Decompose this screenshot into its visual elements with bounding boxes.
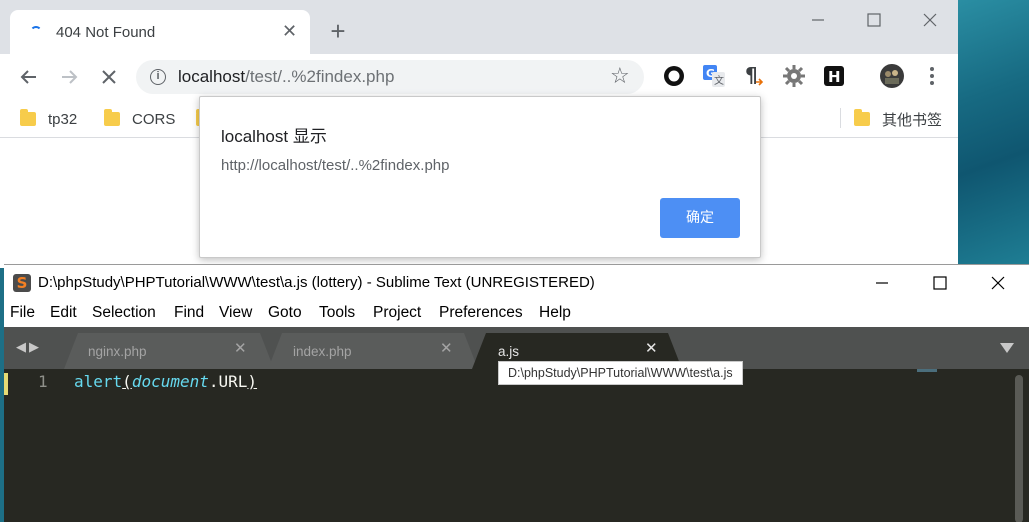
h-extension-icon[interactable]: H <box>822 64 846 88</box>
svg-text:文: 文 <box>714 74 724 87</box>
desktop-background <box>958 0 1029 268</box>
maximize-icon[interactable] <box>928 271 952 295</box>
bookmark-cors[interactable]: CORS <box>104 108 175 130</box>
minimize-icon[interactable] <box>806 8 830 32</box>
dialog-message: http://localhost/test/..%2findex.php <box>221 157 450 174</box>
tab-title: 404 Not Found <box>56 24 156 41</box>
alert-dialog: localhost 显示 http://localhost/test/..%2f… <box>199 96 761 258</box>
svg-text:H: H <box>828 68 841 86</box>
menu-goto[interactable]: Goto <box>268 304 302 322</box>
url-host: localhost <box>178 67 246 86</box>
minimize-icon[interactable] <box>870 271 894 295</box>
bookmark-label: CORS <box>132 110 176 128</box>
info-icon[interactable]: i <box>150 69 166 85</box>
menu-dots-icon[interactable] <box>924 64 940 88</box>
url-text[interactable]: localhost/test/..%2findex.php <box>178 67 394 87</box>
dialog-title: localhost 显示 <box>221 127 327 146</box>
close-icon[interactable] <box>918 8 942 32</box>
bookmark-label: tp32 <box>48 110 78 128</box>
tab-path-tooltip: D:\phpStudy\PHPTutorial\WWW\test\a.js <box>498 361 743 385</box>
ok-button[interactable]: 确定 <box>660 198 740 238</box>
avatar[interactable] <box>880 64 904 88</box>
address-bar[interactable]: i localhost/test/..%2findex.php ☆ <box>136 60 644 94</box>
bookmark-tp32[interactable]: tp32 <box>20 108 77 130</box>
gear-icon[interactable] <box>782 64 806 88</box>
menu-tools[interactable]: Tools <box>319 304 355 322</box>
scrollbar[interactable] <box>1015 375 1023 522</box>
tab-close-icon[interactable]: ✕ <box>234 341 247 357</box>
tab-label: index.php <box>293 344 352 359</box>
tab-close-icon[interactable]: ✕ <box>645 341 658 357</box>
code-line[interactable]: alert(document.URL) <box>74 372 257 391</box>
token-function: alert <box>74 372 123 391</box>
tab-close-icon[interactable]: ✕ <box>440 341 453 357</box>
pilcrow-icon[interactable]: ¶ <box>742 64 766 88</box>
tab-index-php[interactable]: index.php ✕ <box>268 333 478 369</box>
circle-extension-icon[interactable] <box>662 64 686 88</box>
token-property: .URL <box>208 372 248 391</box>
sublime-titlebar: S D:\phpStudy\PHPTutorial\WWW\test\a.js … <box>4 265 1029 299</box>
browser-tab[interactable]: 404 Not Found ✕ <box>10 10 310 54</box>
token-paren-close: ) <box>247 372 258 391</box>
token-paren-open: ( <box>122 372 132 391</box>
menu-project[interactable]: Project <box>373 304 421 322</box>
window-title: D:\phpStudy\PHPTutorial\WWW\test\a.js (l… <box>38 274 595 291</box>
tab-nginx-php[interactable]: nginx.php ✕ <box>64 333 274 369</box>
new-tab-button[interactable]: + <box>326 18 350 44</box>
svg-text:¶: ¶ <box>745 64 758 87</box>
bookmark-other[interactable]: 其他书签 <box>854 108 942 130</box>
url-path: /test/..%2findex.php <box>245 67 395 86</box>
tab-close-icon[interactable]: ✕ <box>282 22 297 40</box>
menu-file[interactable]: File <box>10 304 35 322</box>
folder-icon <box>104 109 120 126</box>
menu-view[interactable]: View <box>219 304 252 322</box>
bookmarks-separator <box>840 108 841 128</box>
menu-find[interactable]: Find <box>174 304 204 322</box>
forward-icon[interactable] <box>54 62 84 92</box>
chrome-titlebar: 404 Not Found ✕ + <box>0 0 958 54</box>
folder-icon <box>20 109 36 126</box>
folder-icon <box>854 109 870 126</box>
tab-nav-arrows-icon[interactable]: ◀▶ <box>16 339 42 355</box>
stop-icon[interactable] <box>94 62 124 92</box>
minimap[interactable] <box>917 369 937 372</box>
token-object: document <box>131 372 209 391</box>
menu-edit[interactable]: Edit <box>50 304 77 322</box>
tab-label: nginx.php <box>88 344 147 359</box>
tab-label: a.js <box>498 344 520 359</box>
sublime-window: S D:\phpStudy\PHPTutorial\WWW\test\a.js … <box>4 264 1029 522</box>
code-editor[interactable]: 1 alert(document.URL) <box>4 369 1029 522</box>
sublime-logo-icon: S <box>13 274 31 292</box>
menu-selection[interactable]: Selection <box>92 304 156 322</box>
menu-bar: File Edit Selection Find View Goto Tools… <box>4 299 1029 327</box>
line-number: 1 <box>38 372 48 391</box>
chrome-window: 404 Not Found ✕ + i localhost/test/..%2f… <box>0 0 958 268</box>
back-icon[interactable] <box>14 62 44 92</box>
menu-preferences[interactable]: Preferences <box>439 304 523 322</box>
menu-help[interactable]: Help <box>539 304 571 322</box>
loading-spinner-icon <box>30 26 42 38</box>
bookmark-label: 其他书签 <box>882 111 943 129</box>
close-icon[interactable] <box>986 271 1010 295</box>
chrome-toolbar: i localhost/test/..%2findex.php ☆ G文 ¶ H <box>0 54 958 100</box>
line-marker <box>4 373 8 395</box>
maximize-icon[interactable] <box>862 8 886 32</box>
star-icon[interactable]: ☆ <box>610 64 630 88</box>
chevron-down-icon[interactable] <box>1000 343 1014 353</box>
translate-icon[interactable]: G文 <box>702 64 726 88</box>
